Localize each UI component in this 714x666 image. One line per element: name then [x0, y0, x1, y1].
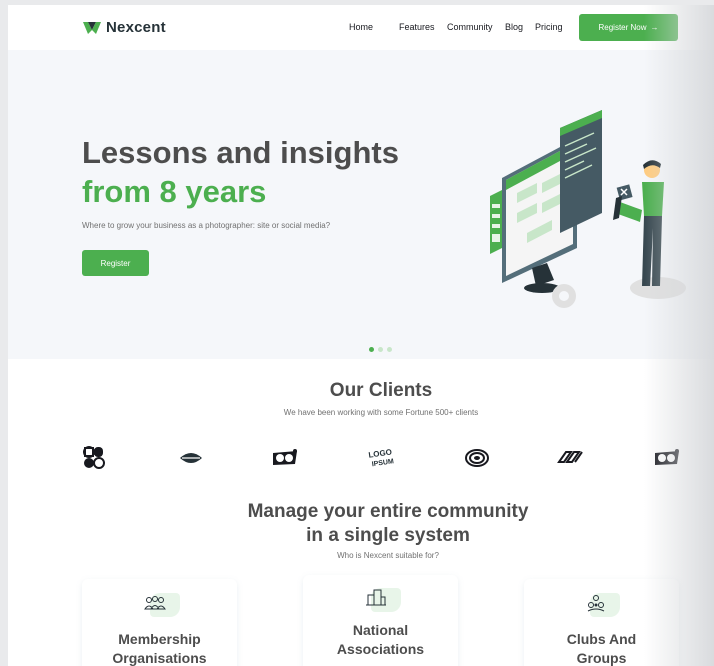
card-national-title: National Associations [303, 621, 458, 659]
group-icon [587, 595, 605, 612]
card-membership-line1: Membership [118, 631, 201, 647]
hero-register-button[interactable]: Register [82, 250, 149, 276]
card-national-line2: Associations [336, 641, 425, 657]
community-title-line1: Manage your entire community [247, 501, 529, 522]
oo-logo-icon [273, 449, 297, 465]
card-clubs-line2: Groups [576, 650, 627, 666]
slide-dot-2[interactable] [378, 347, 383, 352]
card-membership[interactable]: Membership Organisations [82, 579, 237, 666]
slide-indicator [369, 347, 392, 352]
brand-logo[interactable]: Nexcent [82, 19, 166, 36]
top-navbar: Nexcent Home Features Community Blog Pri… [8, 5, 714, 50]
card-membership-line2: Organisations [112, 650, 207, 666]
hero-section: Lessons and insights from 8 years Where … [8, 50, 714, 359]
card-clubs-groups[interactable]: Clubs And Groups [524, 579, 679, 666]
slide-dot-3[interactable] [387, 347, 392, 352]
buildings-icon [366, 589, 386, 606]
clients-subtitle: We have been working with some Fortune 5… [283, 408, 479, 417]
landing-page: Nexcent Home Features Community Blog Pri… [8, 5, 714, 666]
arrow-right-icon: → [650, 23, 659, 32]
nav-link-pricing[interactable]: Pricing [535, 22, 563, 32]
community-title: Manage your entire community in a single… [8, 500, 714, 548]
hero-illustration [490, 110, 686, 308]
logoipsum-logo-icon: LOGO IPSUM [368, 447, 395, 468]
grid-logo-icon [83, 446, 105, 469]
slide-dot-1[interactable] [369, 347, 374, 352]
card-clubs-line1: Clubs And [566, 631, 637, 647]
rings-logo-icon [465, 449, 489, 467]
people-icon [144, 596, 166, 610]
oo-logo-icon [655, 449, 679, 465]
lips-logo-icon [180, 453, 202, 463]
register-now-label: Register Now [598, 23, 647, 32]
card-membership-title: Membership Organisations [82, 630, 237, 666]
svg-text:IPSUM: IPSUM [371, 458, 394, 468]
nav-link-community[interactable]: Community [447, 22, 493, 32]
clients-title: Our Clients [329, 380, 433, 401]
hero-title-line2: from 8 years [82, 174, 267, 209]
card-clubs-title: Clubs And Groups [524, 630, 679, 666]
register-now-button[interactable]: Register Now → [579, 14, 678, 41]
card-national-associations[interactable]: National Associations [303, 575, 458, 666]
community-title-line2: in a single system [306, 525, 470, 546]
community-subtitle: Who is Nexcent suitable for? [337, 551, 439, 560]
nav-link-home[interactable]: Home [349, 22, 373, 32]
nav-link-features[interactable]: Features [399, 22, 435, 32]
nexcent-logo-icon [83, 21, 101, 34]
brand-name: Nexcent [106, 19, 166, 36]
card-national-line1: National [352, 622, 409, 638]
nav-link-blog[interactable]: Blog [505, 22, 523, 32]
links-logo-icon [557, 451, 583, 463]
hero-subtitle: Where to grow your business as a photogr… [82, 221, 331, 230]
svg-text:LOGO: LOGO [368, 447, 393, 459]
hero-title-line1: Lessons and insights [82, 135, 399, 170]
